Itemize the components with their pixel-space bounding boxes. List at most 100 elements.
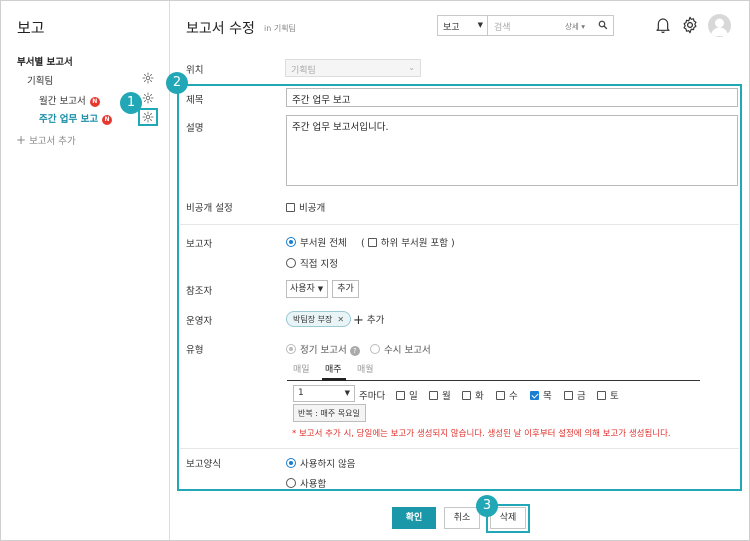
weekly-gear-icon[interactable] <box>142 111 154 123</box>
location-label: 위치 <box>186 65 204 76</box>
sidebar-item-monthly-report[interactable]: 월간 보고서 N <box>39 93 100 107</box>
weekday-fri-checkbox[interactable] <box>564 391 573 400</box>
week-count-value: 1 <box>298 388 304 398</box>
tab-monthly[interactable]: 매월 <box>357 362 374 375</box>
format-option-use[interactable]: 사용함 <box>286 476 326 490</box>
weekday-thu[interactable]: 목 <box>530 388 552 402</box>
format-none-radio[interactable] <box>286 458 296 468</box>
private-checkbox[interactable] <box>286 203 295 212</box>
divider <box>180 448 739 449</box>
weekday-sat-checkbox[interactable] <box>597 391 606 400</box>
weekday-fri[interactable]: 금 <box>564 388 586 402</box>
weekday-tue-checkbox[interactable] <box>462 391 471 400</box>
weekday-mon-label: 월 <box>442 391 451 402</box>
type-regular-label: 정기 보고서 <box>300 345 347 356</box>
format-use-radio[interactable] <box>286 478 296 488</box>
weekday-sun[interactable]: 일 <box>396 388 418 402</box>
type-adhoc-radio[interactable] <box>370 344 380 354</box>
bell-icon[interactable] <box>655 16 671 34</box>
type-option-adhoc[interactable]: 수시 보고서 <box>370 342 431 356</box>
private-label: 비공개 설정 <box>186 203 233 214</box>
location-select: 기획팀 ⌄ <box>285 59 421 77</box>
plus-icon: + <box>16 133 27 147</box>
search-detail-toggle[interactable]: 상세 ▾ <box>565 21 585 32</box>
format-use-label: 사용함 <box>300 479 327 490</box>
admin-label: 운영자 <box>186 316 213 327</box>
schedule-tabs <box>287 357 700 381</box>
monthly-gear-icon[interactable] <box>142 92 154 104</box>
weekday-fri-label: 금 <box>577 391 586 402</box>
sidebar-team-label: 기획팀 <box>27 76 54 87</box>
step-marker-2: 2 <box>166 72 188 94</box>
type-option-regular[interactable]: 정기 보고서 ? <box>286 342 360 356</box>
help-icon[interactable]: ? <box>349 346 360 356</box>
weekday-mon-checkbox[interactable] <box>429 391 438 400</box>
reference-user-select[interactable]: 사용자 ▼ <box>286 280 328 298</box>
reporter-all-radio[interactable] <box>286 237 296 247</box>
reporter-sub-label: 하위 부서원 포함 <box>380 238 448 249</box>
weekday-sat[interactable]: 토 <box>597 388 619 402</box>
repeat-summary: 반복 : 매주 목요일 <box>293 404 366 422</box>
private-option[interactable]: 비공개 <box>286 200 325 214</box>
step-marker-3: 3 <box>476 495 498 517</box>
reporter-option-direct[interactable]: 직접 지정 <box>286 256 338 270</box>
weekday-tue[interactable]: 화 <box>462 388 484 402</box>
type-regular-radio[interactable] <box>286 344 296 354</box>
add-report-label: 보고서 추가 <box>29 136 76 147</box>
sidebar-item-label: 월간 보고서 <box>39 96 86 107</box>
reference-select-value: 사용자 <box>290 284 315 294</box>
reporter-label: 보고자 <box>186 239 213 250</box>
chevron-down-icon: ⌄ <box>408 63 415 72</box>
type-label: 유형 <box>186 345 204 356</box>
reporter-option-all[interactable]: 부서원 전체 <box>286 235 347 249</box>
weekday-wed-label: 수 <box>509 391 518 402</box>
weekday-wed-checkbox[interactable] <box>496 391 505 400</box>
page-subtitle: in 기획팀 <box>264 24 296 33</box>
search-input[interactable]: 검색 상세 ▾ <box>487 15 614 36</box>
team-gear-icon[interactable] <box>142 72 154 84</box>
description-textarea[interactable]: 주간 업무 보고서입니다. <box>286 115 738 186</box>
cancel-button[interactable]: 취소 <box>444 507 480 529</box>
private-option-label: 비공개 <box>299 203 326 214</box>
reporter-sub-option[interactable]: ( 하위 부서원 포함 ) <box>361 235 455 249</box>
confirm-button[interactable]: 확인 <box>392 507 436 529</box>
user-icon <box>711 18 728 36</box>
avatar[interactable] <box>708 14 731 37</box>
sidebar-item-team[interactable]: 기획팀 <box>27 73 53 87</box>
tab-daily[interactable]: 매일 <box>293 362 310 375</box>
title-input[interactable]: 주간 업무 보고 <box>286 88 738 107</box>
chevron-down-icon: ▼ <box>317 285 324 293</box>
weekday-mon[interactable]: 월 <box>429 388 451 402</box>
search-scope-select[interactable]: 보고 ▼ <box>437 15 488 36</box>
close-icon[interactable]: ✕ <box>337 315 344 324</box>
reporter-direct-radio[interactable] <box>286 258 296 268</box>
weekday-sun-checkbox[interactable] <box>396 391 405 400</box>
description-label: 설명 <box>186 123 204 134</box>
admin-chip: 박팀장 부장 ✕ <box>286 311 352 327</box>
type-adhoc-label: 수시 보고서 <box>384 345 431 356</box>
weekday-thu-checkbox[interactable] <box>530 391 539 400</box>
reporter-sub-checkbox[interactable] <box>367 238 377 247</box>
new-badge: N <box>102 115 113 125</box>
reporter-sub-paren-close: ) <box>451 238 455 249</box>
week-count-select[interactable]: 1 ▼ <box>293 385 355 402</box>
search-icon[interactable] <box>597 19 609 31</box>
tab-weekly[interactable]: 매주 <box>325 362 342 375</box>
weekday-wed[interactable]: 수 <box>496 388 518 402</box>
admin-add-button[interactable]: + 추가 <box>353 312 384 328</box>
page-title: 보고서 수정 <box>186 21 255 37</box>
sidebar-item-weekly-report[interactable]: 주간 업무 보고 N <box>39 111 113 125</box>
reporter-all-label: 부서원 전체 <box>300 238 347 249</box>
reporter-sub-paren-open: ( <box>361 238 365 249</box>
chevron-down-icon: ▼ <box>477 21 483 29</box>
add-report-link[interactable]: + 보고서 추가 <box>16 133 76 147</box>
new-badge: N <box>89 97 100 107</box>
sidebar-item-label: 주간 업무 보고 <box>39 114 99 125</box>
gear-icon[interactable] <box>681 16 699 34</box>
plus-icon: + <box>353 313 364 328</box>
weekday-sat-label: 토 <box>610 391 619 402</box>
reporter-direct-label: 직접 지정 <box>300 259 338 270</box>
format-option-none[interactable]: 사용하지 않음 <box>286 456 355 470</box>
reference-add-button[interactable]: 추가 <box>332 280 359 298</box>
admin-add-label: 추가 <box>366 315 385 326</box>
